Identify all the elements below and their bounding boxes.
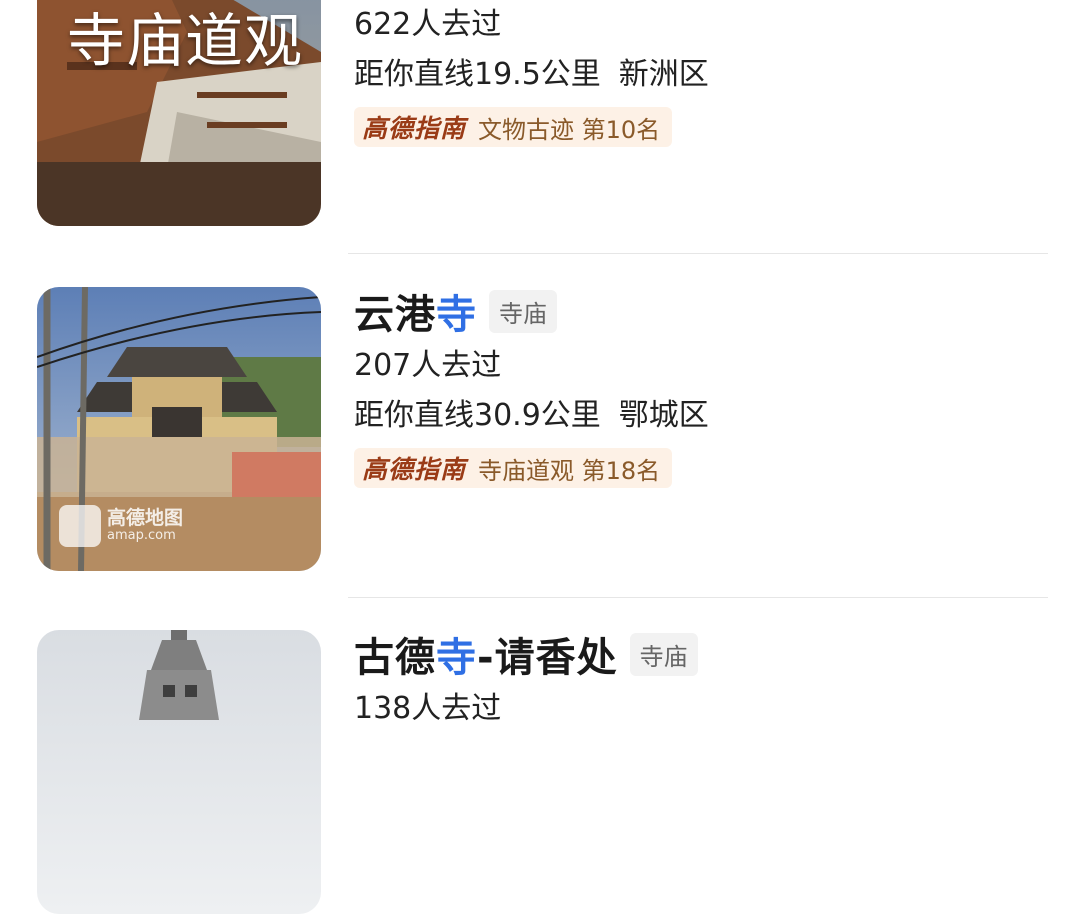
title-row: 云港寺 寺庙: [354, 281, 709, 341]
result-thumbnail[interactable]: 寺庙道观: [37, 0, 321, 226]
visitor-count: 622人去过: [354, 7, 502, 42]
guide-rank-text: 文物古迹 第10名: [478, 115, 661, 144]
result-thumbnail[interactable]: 高德地图 amap.com: [37, 287, 321, 571]
title-highlight: 寺: [436, 635, 477, 681]
amap-watermark: 高德地图 amap.com: [59, 505, 183, 547]
place-title[interactable]: 古德寺-请香处: [354, 625, 618, 683]
distance-text: 距你直线19.5公里: [354, 57, 601, 92]
title-suffix: -请香处: [477, 635, 618, 681]
category-badge: 寺庙: [629, 632, 698, 676]
distance-line: 距你直线30.9公里 鄂城区: [354, 391, 709, 441]
result-thumbnail[interactable]: [37, 630, 321, 914]
title-prefix: 云港: [354, 292, 436, 338]
amap-logo-icon: [59, 505, 101, 547]
guide-ranking-badge[interactable]: 高德指南 寺庙道观 第18名: [354, 448, 673, 488]
distance-text: 距你直线30.9公里: [354, 398, 601, 433]
title-row: 古德寺-请香处 寺庙: [354, 624, 698, 684]
distance-line: 距你直线19.5公里 新洲区: [354, 50, 709, 100]
guide-rank-text: 寺庙道观 第18名: [478, 456, 661, 485]
thumbnail-caption: 寺庙道观: [67, 7, 304, 75]
category-badge: 寺庙: [489, 289, 557, 333]
divider: [348, 597, 1048, 598]
visitor-count: 138人去过: [354, 691, 502, 726]
district-text: 新洲区: [618, 57, 709, 92]
pagoda-photo: [37, 630, 321, 914]
amap-guide-logo: 高德指南: [362, 114, 467, 143]
title-highlight: 寺: [436, 292, 477, 338]
guide-ranking-badge[interactable]: 高德指南 文物古迹 第10名: [354, 107, 673, 147]
watermark-text: 高德地图: [107, 507, 184, 530]
amap-guide-logo: 高德指南: [362, 455, 467, 484]
place-title[interactable]: 云港寺: [354, 282, 477, 340]
divider: [348, 253, 1048, 254]
watermark-url: amap.com: [107, 528, 176, 544]
visitor-count: 207人去过: [354, 348, 502, 383]
title-prefix: 古德: [354, 635, 436, 681]
district-text: 鄂城区: [618, 398, 709, 433]
